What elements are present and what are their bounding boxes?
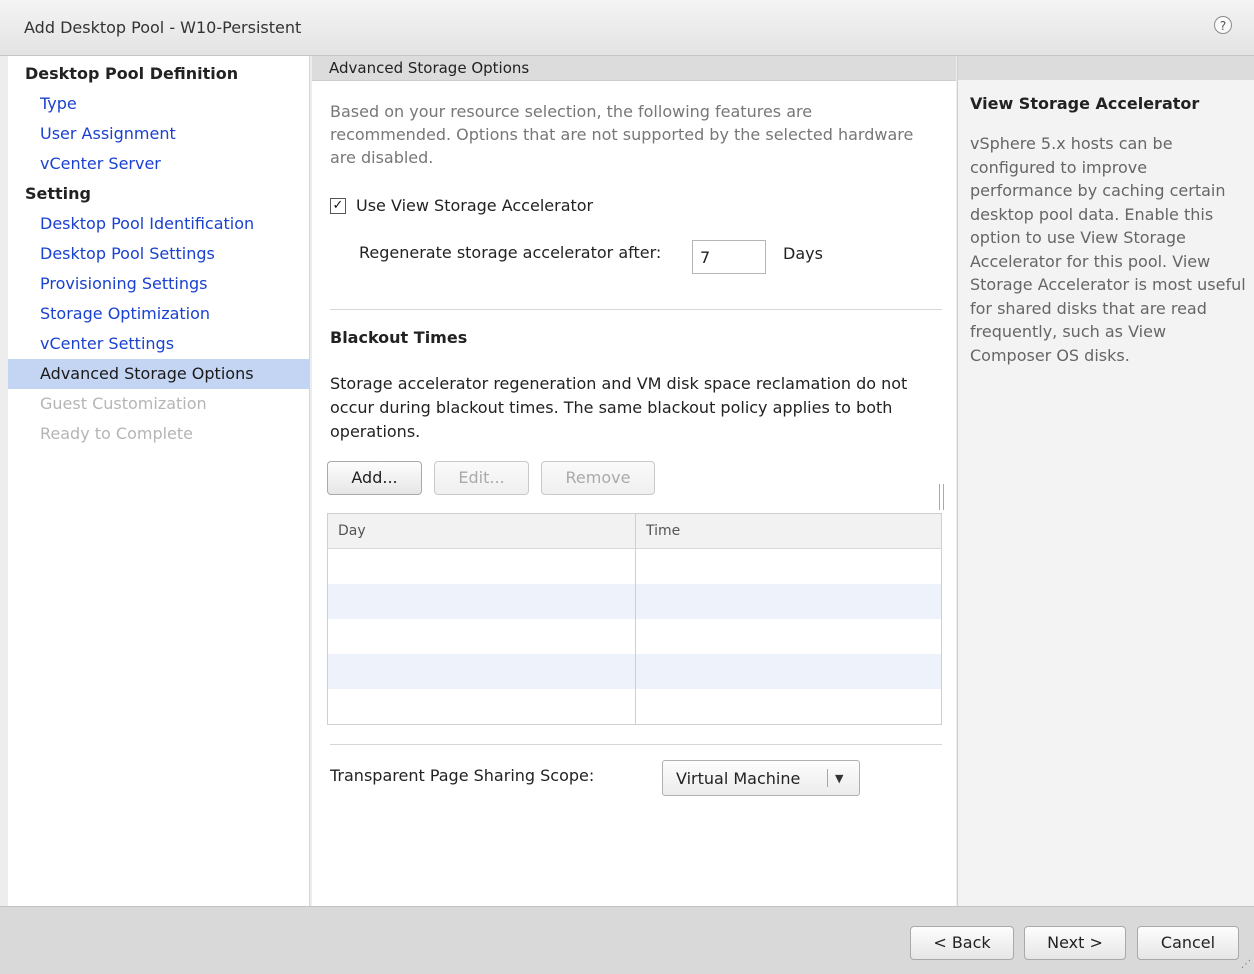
table-row bbox=[327, 689, 942, 725]
nav-item-vcenter-settings[interactable]: vCenter Settings bbox=[8, 329, 309, 359]
help-icon[interactable]: ? bbox=[1214, 16, 1232, 34]
column-header-day[interactable]: Day bbox=[327, 513, 636, 549]
table-row bbox=[327, 584, 942, 619]
tps-scope-select[interactable]: Virtual Machine ▼ bbox=[662, 760, 860, 796]
nav-item-storage-optimization[interactable]: Storage Optimization bbox=[8, 299, 309, 329]
table-header-row: Day Time bbox=[327, 513, 942, 549]
nav-item-type[interactable]: Type bbox=[8, 89, 309, 119]
regenerate-days-input[interactable] bbox=[692, 240, 766, 274]
nav-group-definition: Desktop Pool Definition bbox=[25, 64, 239, 83]
add-button[interactable]: Add... bbox=[327, 461, 422, 495]
blackout-times-table: Day Time bbox=[327, 513, 942, 725]
edit-button: Edit... bbox=[434, 461, 529, 495]
nav-item-pool-identification[interactable]: Desktop Pool Identification bbox=[8, 209, 309, 239]
divider bbox=[330, 309, 942, 310]
intro-text: Based on your resource selection, the fo… bbox=[330, 102, 914, 167]
column-header-time[interactable]: Time bbox=[635, 513, 942, 549]
days-unit-label: Days bbox=[783, 244, 823, 263]
blackout-description: Storage accelerator regeneration and VM … bbox=[330, 374, 908, 441]
main-panel: Advanced Storage Options Based on your r… bbox=[312, 56, 956, 906]
help-panel-header bbox=[957, 56, 1254, 80]
nav-item-provisioning-settings[interactable]: Provisioning Settings bbox=[8, 269, 309, 299]
section-header: Advanced Storage Options bbox=[312, 56, 956, 81]
back-button[interactable]: < Back bbox=[910, 926, 1014, 960]
tps-scope-value: Virtual Machine bbox=[676, 769, 801, 788]
next-button[interactable]: Next > bbox=[1024, 926, 1126, 960]
nav-item-ready-to-complete: Ready to Complete bbox=[40, 424, 194, 443]
panel-resize-handle[interactable] bbox=[939, 484, 944, 510]
wizard-nav: Desktop Pool Definition Type User Assign… bbox=[8, 56, 310, 906]
nav-group-setting: Setting bbox=[25, 184, 91, 203]
nav-item-user-assignment[interactable]: User Assignment bbox=[8, 119, 309, 149]
nav-item-vcenter-server[interactable]: vCenter Server bbox=[8, 149, 309, 179]
resize-grip-icon[interactable]: ⋰ bbox=[1241, 959, 1251, 970]
accelerator-option[interactable]: ✓ Use View Storage Accelerator bbox=[330, 196, 593, 215]
accelerator-checkbox[interactable]: ✓ bbox=[330, 197, 346, 214]
tps-scope-label: Transparent Page Sharing Scope: bbox=[330, 766, 595, 785]
help-title: View Storage Accelerator bbox=[970, 94, 1200, 113]
help-body: vSphere 5.x hosts can be configured to i… bbox=[970, 134, 1246, 365]
table-row bbox=[327, 548, 942, 584]
select-divider bbox=[827, 769, 828, 787]
remove-button: Remove bbox=[541, 461, 655, 495]
nav-item-pool-settings[interactable]: Desktop Pool Settings bbox=[8, 239, 309, 269]
blackout-times-title: Blackout Times bbox=[330, 328, 468, 347]
chevron-down-icon[interactable]: ▼ bbox=[835, 769, 843, 789]
accelerator-checkbox-label: Use View Storage Accelerator bbox=[356, 196, 594, 215]
dialog-title: Add Desktop Pool - W10-Persistent bbox=[24, 18, 302, 37]
table-row bbox=[327, 654, 942, 689]
title-bar: Add Desktop Pool - W10-Persistent ? bbox=[0, 0, 1254, 56]
table-row bbox=[327, 619, 942, 654]
nav-item-advanced-storage-options[interactable]: Advanced Storage Options bbox=[8, 359, 309, 389]
add-desktop-pool-dialog: Add Desktop Pool - W10-Persistent ? Desk… bbox=[0, 0, 1254, 974]
help-panel: View Storage Accelerator vSphere 5.x hos… bbox=[957, 80, 1254, 906]
nav-item-guest-customization: Guest Customization bbox=[40, 394, 207, 413]
cancel-button[interactable]: Cancel bbox=[1137, 926, 1239, 960]
dialog-footer: < Back Next > Cancel ⋰ bbox=[0, 906, 1254, 974]
divider bbox=[330, 744, 942, 745]
regenerate-label: Regenerate storage accelerator after: bbox=[359, 243, 662, 262]
